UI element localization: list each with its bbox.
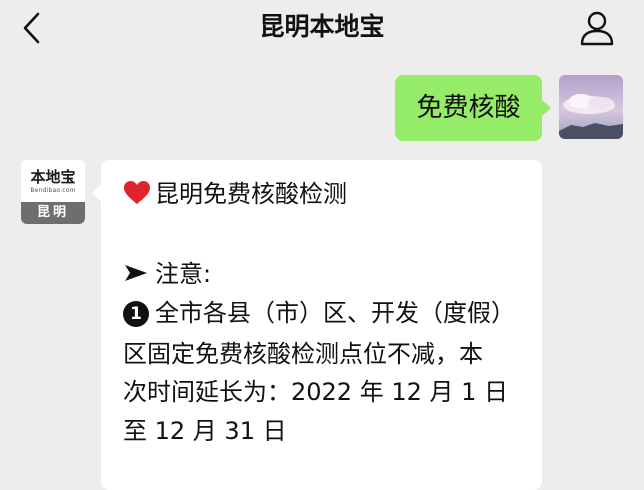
- brand-logo: 本地宝 Bendibao.com: [21, 160, 85, 202]
- note-line: 注意:: [123, 256, 211, 292]
- heading-text: 昆明免费核酸检测: [155, 180, 347, 208]
- top-bar: 昆明本地宝: [0, 0, 644, 58]
- brand-name: 本地宝: [30, 168, 76, 186]
- item-line-1: 1 全市各县（市）区、开发（度假）: [123, 295, 515, 331]
- number-one-icon: 1: [123, 301, 149, 327]
- outgoing-message[interactable]: 免费核酸: [395, 75, 551, 141]
- item-line-2: 区固定免费核酸检测点位不减，本: [123, 340, 483, 368]
- note-label: 注意:: [155, 260, 212, 288]
- item-line-4: 至 12 月 31 日: [123, 417, 287, 445]
- item-text: 全市各县（市）区、开发（度假）: [155, 299, 515, 327]
- brand-city: 昆明: [21, 202, 85, 224]
- official-account-avatar[interactable]: 本地宝 Bendibao.com 昆明: [21, 160, 85, 224]
- message-heading: 昆明免费核酸检测: [123, 176, 347, 212]
- incoming-message[interactable]: 昆明免费核酸检测 注意: 1 全市各县（市）区、开发（度假） 区固定免费核酸检测点…: [92, 160, 542, 490]
- user-avatar[interactable]: [559, 75, 623, 139]
- item-line-3: 次时间延长为：2022 年 12 月 1 日: [123, 378, 509, 406]
- heart-icon: [124, 181, 150, 204]
- arrow-right-icon: [125, 265, 147, 281]
- brand-domain: Bendibao.com: [30, 187, 76, 194]
- page-title: 昆明本地宝: [259, 12, 385, 41]
- user-icon[interactable]: [578, 10, 616, 46]
- sky-photo-image: [559, 75, 623, 139]
